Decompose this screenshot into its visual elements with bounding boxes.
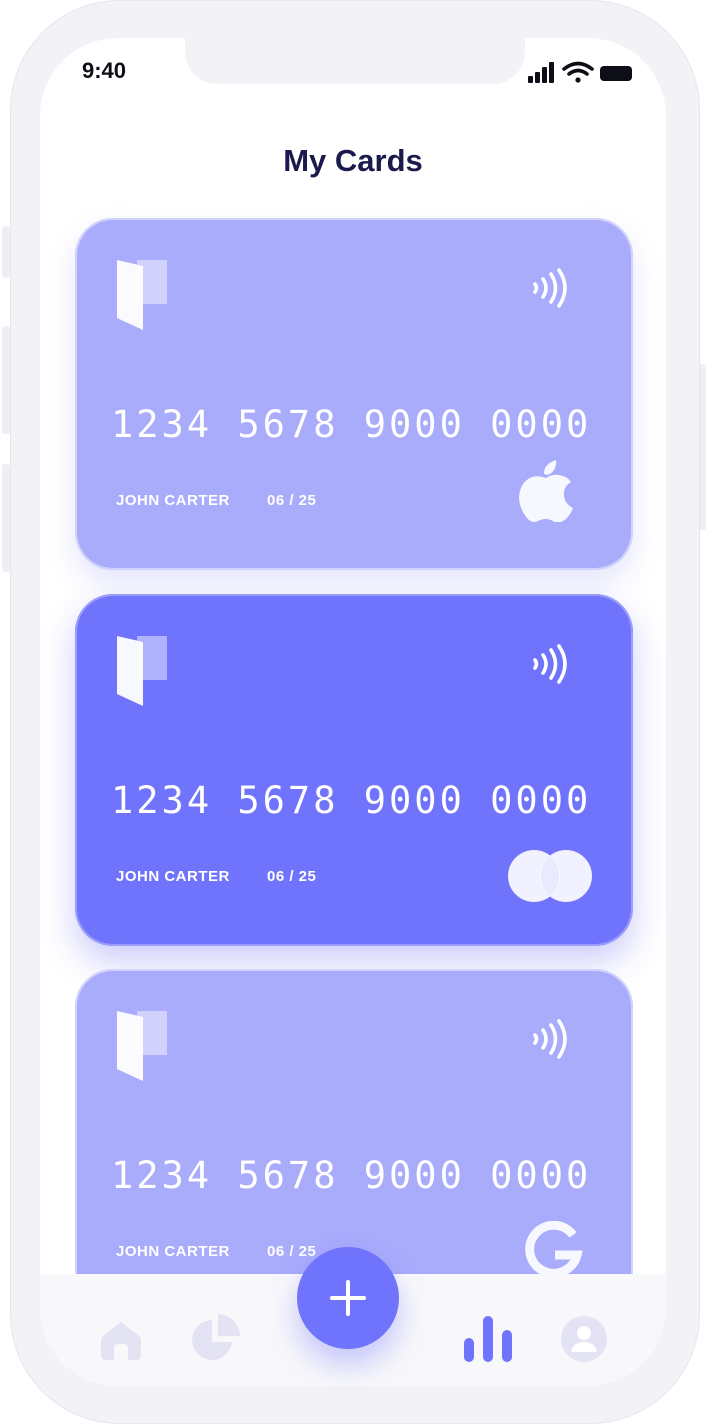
volume-up-button: [2, 326, 10, 434]
card-holder: JOHN CARTER: [116, 868, 230, 885]
wifi-icon: [562, 61, 594, 83]
bar-chart-icon[interactable]: [464, 1316, 512, 1362]
contactless-icon: [533, 268, 567, 308]
status-time: 9:40: [82, 58, 127, 83]
card[interactable]: 1234 5678 9000 0000 JOHN CARTER 06 / 25: [75, 594, 633, 946]
card-holder: JOHN CARTER: [116, 1243, 230, 1260]
card-number: 1234 5678 9000 0000: [111, 403, 592, 446]
silent-switch: [2, 226, 10, 278]
mastercard-icon: [508, 850, 592, 902]
bank-logo-icon: [117, 636, 167, 706]
card-number: 1234 5678 9000 0000: [111, 779, 592, 822]
google-icon: [525, 1221, 583, 1278]
signal-icon: [528, 62, 554, 83]
add-card-button[interactable]: [297, 1247, 399, 1349]
contactless-icon: [533, 644, 567, 684]
apple-icon: [519, 460, 573, 522]
plus-icon: [330, 1280, 366, 1316]
notch: [185, 36, 525, 84]
card-holder: JOHN CARTER: [116, 492, 230, 509]
status-icons: [528, 61, 632, 83]
card-expiry: 06 / 25: [267, 868, 317, 885]
profile-icon[interactable]: [561, 1316, 607, 1362]
card-expiry: 06 / 25: [267, 492, 317, 509]
pie-chart-icon[interactable]: [192, 1314, 240, 1362]
battery-icon: [600, 66, 632, 81]
home-icon[interactable]: [101, 1320, 141, 1360]
page-title: My Cards: [283, 143, 423, 178]
bank-logo-icon: [117, 1011, 167, 1081]
contactless-icon: [533, 1019, 567, 1059]
volume-down-button: [2, 464, 10, 572]
card[interactable]: 1234 5678 9000 0000 JOHN CARTER 06 / 25: [75, 218, 633, 570]
card-number: 1234 5678 9000 0000: [111, 1154, 592, 1197]
bank-logo-icon: [117, 260, 167, 330]
